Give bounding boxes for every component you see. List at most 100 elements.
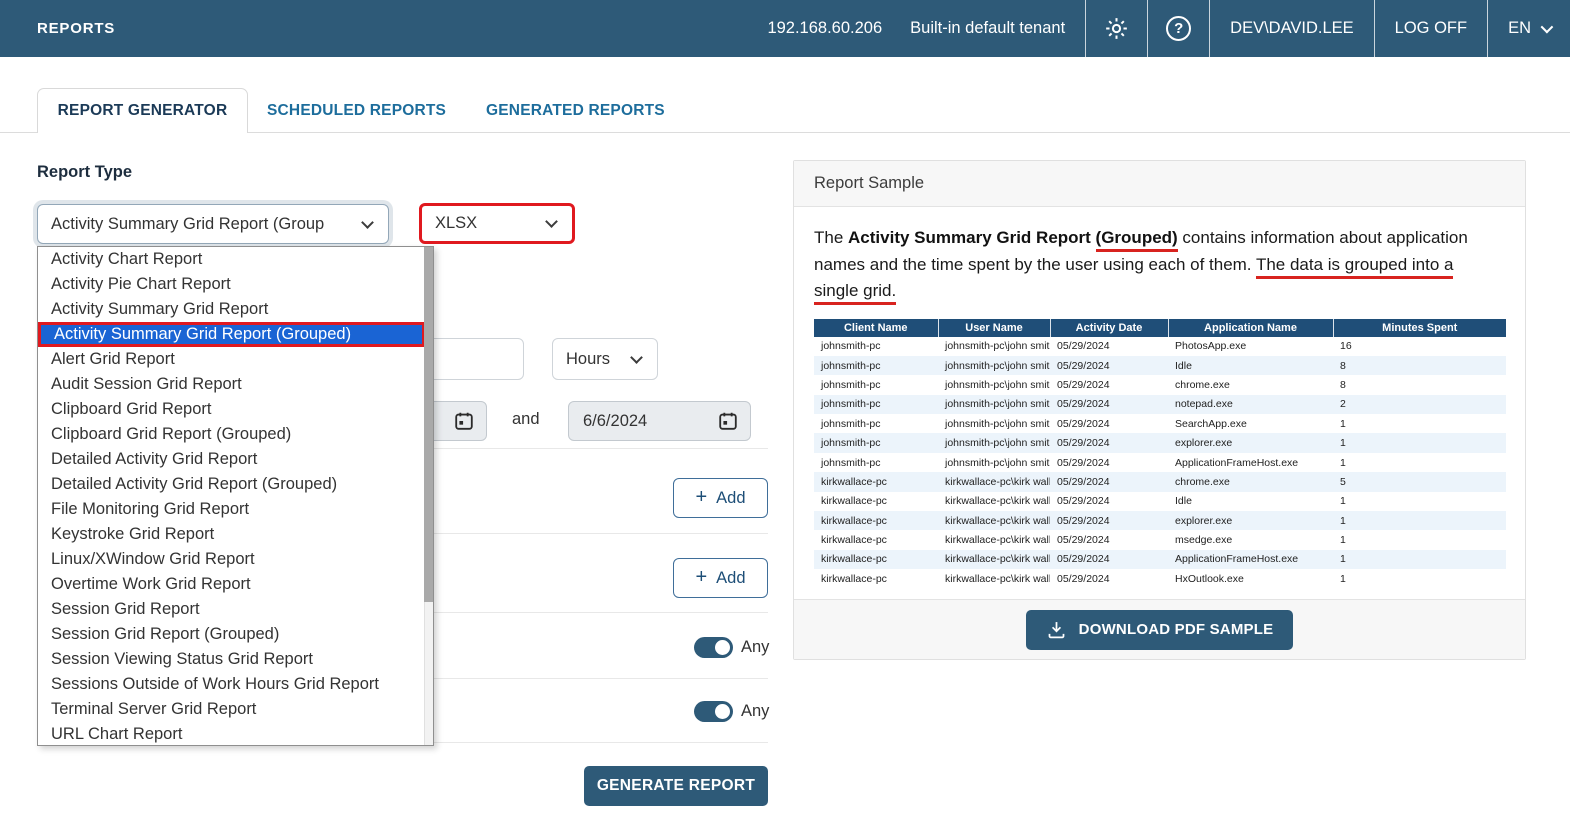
table-cell: johnsmith-pc xyxy=(814,414,938,433)
dropdown-option[interactable]: Activity Chart Report xyxy=(38,247,425,272)
dropdown-option[interactable]: Terminal Server Grid Report xyxy=(38,697,425,722)
dropdown-scrollbar-track[interactable] xyxy=(424,247,433,745)
top-navigation-bar: REPORTS 192.168.60.206 Built-in default … xyxy=(0,0,1570,57)
table-row: johnsmith-pcjohnsmith-pc\john smith05/29… xyxy=(814,356,1506,375)
dropdown-option[interactable]: Audit Session Grid Report xyxy=(38,372,425,397)
tab-generated-reports[interactable]: GENERATED REPORTS xyxy=(486,88,665,133)
download-button-label: DOWNLOAD PDF SAMPLE xyxy=(1079,621,1274,638)
dropdown-option[interactable]: Activity Pie Chart Report xyxy=(38,272,425,297)
dropdown-option[interactable]: Detailed Activity Grid Report (Grouped) xyxy=(38,472,425,497)
end-date-field[interactable]: 6/6/2024 xyxy=(568,401,751,441)
table-cell: kirkwallace-pc xyxy=(814,569,938,588)
format-select[interactable]: XLSX xyxy=(419,203,575,244)
filter-toggle[interactable] xyxy=(694,701,733,722)
dropdown-option[interactable]: File Monitoring Grid Report xyxy=(38,497,425,522)
add-button-label: Add xyxy=(716,489,745,508)
table-cell: kirkwallace-pc xyxy=(814,530,938,549)
table-row: johnsmith-pcjohnsmith-pc\john smith05/29… xyxy=(814,453,1506,472)
language-label: EN xyxy=(1508,19,1531,38)
table-cell: chrome.exe xyxy=(1168,472,1333,491)
dropdown-option[interactable]: Session Grid Report (Grouped) xyxy=(38,622,425,647)
table-row: kirkwallace-pckirkwallace-pc\kirk wallac… xyxy=(814,530,1506,549)
table-cell: johnsmith-pc xyxy=(814,375,938,394)
language-selector[interactable]: EN xyxy=(1488,0,1570,57)
download-pdf-sample-button[interactable]: DOWNLOAD PDF SAMPLE xyxy=(1026,610,1293,650)
log-off-button[interactable]: LOG OFF xyxy=(1375,0,1487,57)
dropdown-option[interactable]: Sessions Outside of Work Hours Grid Repo… xyxy=(38,672,425,697)
report-type-selected-value: Activity Summary Grid Report (Group xyxy=(38,215,357,234)
sample-data-table: Client NameUser NameActivity DateApplica… xyxy=(814,319,1506,589)
calendar-icon xyxy=(453,410,475,432)
sample-table-column-header: Client Name xyxy=(814,319,938,337)
current-user[interactable]: DEV\DAVID.LEE xyxy=(1210,0,1373,57)
dropdown-option[interactable]: Linux/XWindow Grid Report xyxy=(38,547,425,572)
table-row: johnsmith-pcjohnsmith-pc\john smith05/29… xyxy=(814,337,1506,356)
table-cell: kirkwallace-pc xyxy=(814,472,938,491)
table-cell: 1 xyxy=(1333,433,1506,452)
table-cell: kirkwallace-pc\kirk wallace xyxy=(938,550,1050,569)
table-cell: 1 xyxy=(1333,511,1506,530)
add-filter-button[interactable]: + Add xyxy=(673,558,768,598)
tab-scheduled-reports[interactable]: SCHEDULED REPORTS xyxy=(267,88,446,133)
table-cell: johnsmith-pc\john smith xyxy=(938,433,1050,452)
table-cell: 8 xyxy=(1333,356,1506,375)
table-row: johnsmith-pcjohnsmith-pc\john smith05/29… xyxy=(814,395,1506,414)
table-cell: notepad.exe xyxy=(1168,395,1333,414)
chevron-down-icon xyxy=(361,216,374,229)
table-cell: kirkwallace-pc\kirk wallace xyxy=(938,492,1050,511)
dropdown-option[interactable]: Session Grid Report xyxy=(38,597,425,622)
dropdown-option-selected[interactable]: Activity Summary Grid Report (Grouped) xyxy=(38,322,425,347)
table-row: johnsmith-pcjohnsmith-pc\john smith05/29… xyxy=(814,433,1506,452)
table-cell: kirkwallace-pc xyxy=(814,511,938,530)
dropdown-option[interactable]: Activity Summary Grid Report xyxy=(38,297,425,322)
report-sample-panel: Report Sample The Activity Summary Grid … xyxy=(793,160,1526,660)
dropdown-scrollbar-thumb[interactable] xyxy=(424,247,433,602)
duration-input[interactable] xyxy=(420,338,524,380)
dropdown-option[interactable]: URL Chart Report xyxy=(38,722,425,747)
report-type-dropdown-list: Activity Chart ReportActivity Pie Chart … xyxy=(37,246,434,746)
table-cell: johnsmith-pc xyxy=(814,395,938,414)
table-row: kirkwallace-pckirkwallace-pc\kirk wallac… xyxy=(814,472,1506,491)
table-cell: chrome.exe xyxy=(1168,375,1333,394)
table-cell: explorer.exe xyxy=(1168,433,1333,452)
toggle-knob xyxy=(715,640,730,655)
table-cell: 05/29/2024 xyxy=(1050,375,1168,394)
dropdown-option[interactable]: Overtime Work Grid Report xyxy=(38,572,425,597)
table-cell: PhotosApp.exe xyxy=(1168,337,1333,356)
filter-toggle[interactable] xyxy=(694,637,733,658)
add-filter-button[interactable]: + Add xyxy=(673,478,768,518)
download-icon xyxy=(1046,619,1067,640)
table-cell: kirkwallace-pc\kirk wallace xyxy=(938,569,1050,588)
dropdown-option[interactable]: Clipboard Grid Report (Grouped) xyxy=(38,422,425,447)
unit-select[interactable]: Hours xyxy=(552,338,658,380)
dropdown-option[interactable]: Detailed Activity Grid Report xyxy=(38,447,425,472)
table-cell: 05/29/2024 xyxy=(1050,472,1168,491)
dropdown-option[interactable]: Keystroke Grid Report xyxy=(38,522,425,547)
description-text: The xyxy=(814,228,848,247)
table-cell: 2 xyxy=(1333,395,1506,414)
table-cell: johnsmith-pc xyxy=(814,356,938,375)
format-selected-value: XLSX xyxy=(422,214,541,233)
table-row: kirkwallace-pckirkwallace-pc\kirk wallac… xyxy=(814,511,1506,530)
generate-report-button[interactable]: GENERATE REPORT xyxy=(584,766,768,806)
dropdown-option[interactable]: Clipboard Grid Report xyxy=(38,397,425,422)
report-type-select[interactable]: Activity Summary Grid Report (Group xyxy=(37,204,389,244)
dropdown-option[interactable]: Session Viewing Status Grid Report xyxy=(38,647,425,672)
table-cell: ApplicationFrameHost.exe xyxy=(1168,453,1333,472)
table-cell: johnsmith-pc\john smith xyxy=(938,453,1050,472)
table-cell: 05/29/2024 xyxy=(1050,550,1168,569)
tab-report-generator[interactable]: REPORT GENERATOR xyxy=(37,88,248,133)
table-cell: msedge.exe xyxy=(1168,530,1333,549)
help-button[interactable]: ? xyxy=(1148,0,1209,57)
table-cell: johnsmith-pc xyxy=(814,433,938,452)
table-cell: 05/29/2024 xyxy=(1050,395,1168,414)
help-glyph: ? xyxy=(1174,20,1183,37)
table-cell: Idle xyxy=(1168,356,1333,375)
description-grouped-annotated: (Grouped) xyxy=(1096,228,1178,252)
toggle-any-label: Any xyxy=(741,702,769,721)
sample-table-column-header: User Name xyxy=(938,319,1050,337)
toggle-any-label: Any xyxy=(741,638,769,657)
table-cell: kirkwallace-pc\kirk wallace xyxy=(938,472,1050,491)
settings-button[interactable] xyxy=(1086,0,1147,57)
dropdown-option[interactable]: Alert Grid Report xyxy=(38,347,425,372)
